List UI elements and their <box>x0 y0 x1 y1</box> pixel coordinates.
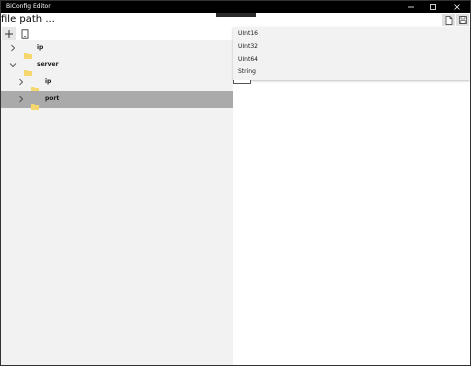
window-title: BiConfig Editor <box>6 3 51 10</box>
add-node-button[interactable] <box>2 27 16 40</box>
close-icon <box>454 4 460 10</box>
save-icon <box>458 16 467 24</box>
document-icon <box>21 28 29 39</box>
type-combobox[interactable] <box>233 80 251 84</box>
file-path-label: file path ... <box>1 14 55 25</box>
title-bar[interactable]: BiConfig Editor <box>1 1 470 13</box>
folder-icon <box>24 44 32 59</box>
minimize-button[interactable] <box>400 1 422 13</box>
tree-item-label: ip <box>37 44 44 51</box>
tree-item-server-port[interactable]: port <box>1 91 233 110</box>
maximize-button[interactable] <box>422 1 444 13</box>
drag-handle[interactable] <box>216 13 256 17</box>
dropdown-option-uint64[interactable]: UInt64 <box>238 55 258 65</box>
tree-item-ip[interactable]: ip <box>1 40 233 59</box>
app-window: BiConfig Editor file path ... ip server … <box>0 0 471 366</box>
chevron-down-icon[interactable] <box>9 61 17 69</box>
folder-icon <box>31 78 39 93</box>
dropdown-option-uint32[interactable]: UInt32 <box>238 42 258 52</box>
folder-icon <box>31 95 39 110</box>
tree-item-label: ip <box>45 78 52 85</box>
save-button[interactable] <box>456 14 469 26</box>
tree-item-label: server <box>37 61 59 68</box>
chevron-right-icon[interactable] <box>9 44 17 52</box>
plus-icon <box>5 29 13 38</box>
tree-item-server-ip[interactable]: ip <box>1 74 233 93</box>
dropdown-option-string[interactable]: String <box>238 67 256 77</box>
type-dropdown: UInt16 UInt32 UInt64 String <box>233 27 470 80</box>
folder-icon <box>24 61 32 76</box>
tree-item-server[interactable]: server <box>1 57 233 76</box>
dropdown-option-uint16[interactable]: UInt16 <box>238 29 258 39</box>
tree-item-label: port <box>45 95 60 102</box>
tree-pane: ip server ip port <box>1 40 233 365</box>
maximize-icon <box>430 4 436 10</box>
minimize-icon <box>408 6 414 8</box>
chevron-right-icon[interactable] <box>17 95 25 103</box>
new-file-button[interactable] <box>442 14 455 26</box>
chevron-right-icon[interactable] <box>17 78 25 86</box>
new-file-icon <box>445 15 452 25</box>
close-button[interactable] <box>446 1 468 13</box>
document-button[interactable] <box>18 27 32 40</box>
tree-toolbar <box>1 27 233 40</box>
